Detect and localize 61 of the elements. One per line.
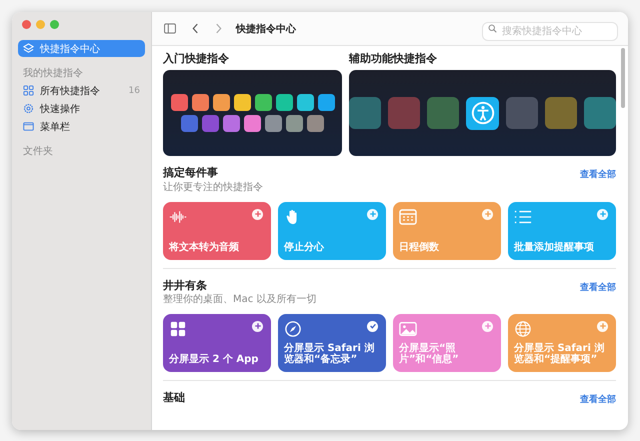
add-icon[interactable] bbox=[367, 208, 378, 220]
minimize-button[interactable] bbox=[36, 20, 45, 29]
sidebar-item[interactable]: 所有快捷指令 16 bbox=[18, 82, 145, 99]
section-title: 辅助功能快捷指令 bbox=[349, 52, 438, 66]
stack-icon bbox=[23, 43, 34, 54]
see-all-link[interactable]: 查看全部 bbox=[580, 278, 616, 294]
banner-drawing[interactable] bbox=[163, 70, 342, 156]
shortcut-card[interactable]: 停止分心 bbox=[278, 202, 386, 260]
sidebar-toggle-icon[interactable] bbox=[164, 23, 176, 34]
section-subtitle: 整理你的桌面、Mac 以及所有一切 bbox=[163, 294, 316, 306]
see-all-link[interactable]: 查看全部 bbox=[580, 390, 616, 406]
back-icon[interactable] bbox=[192, 23, 199, 34]
card-title: 日程倒数 bbox=[399, 242, 440, 254]
card-title: 分屏显示 Safari 浏览器和“备忘录” bbox=[284, 342, 376, 366]
section-title: 搞定每件事 bbox=[163, 166, 219, 181]
search-icon bbox=[488, 24, 497, 33]
photo-icon bbox=[399, 320, 417, 337]
card-title: 分屏显示“照片”和“信息” bbox=[399, 342, 460, 366]
shortcut-card[interactable]: 分屏显示 Safari 浏览器和“备忘录” bbox=[278, 314, 386, 372]
shortcut-card[interactable]: 分屏显示 2 个 App bbox=[163, 314, 271, 372]
section-title: 井井有条 bbox=[163, 278, 208, 293]
add-icon[interactable] bbox=[597, 208, 608, 220]
banner-drawing[interactable] bbox=[349, 70, 616, 156]
card-title: 分屏显示 2 个 App bbox=[169, 354, 260, 366]
waveform-icon bbox=[169, 208, 187, 225]
grid-icon bbox=[169, 320, 187, 337]
list-icon bbox=[514, 208, 532, 225]
window-title: 快捷指令中心 bbox=[236, 22, 297, 36]
add-icon[interactable] bbox=[252, 320, 263, 332]
shortcut-card[interactable]: 分屏显示 Safari 浏览器和“提醒事项” bbox=[508, 314, 616, 372]
globe-icon bbox=[514, 320, 532, 337]
checkmark-icon[interactable] bbox=[367, 320, 378, 332]
shortcut-card[interactable]: 日程倒数 bbox=[393, 202, 501, 260]
sidebar-section-title: 我的快捷指令 bbox=[22, 66, 84, 81]
grid-icon bbox=[23, 85, 34, 96]
card-title: 批量添加提醒事项 bbox=[514, 242, 595, 254]
shortcut-card[interactable]: 将文本转为音频 bbox=[163, 202, 271, 260]
section-subtitle: 让你更专注的快捷指令 bbox=[163, 182, 263, 194]
compass-icon bbox=[284, 320, 302, 337]
sidebar-item[interactable]: 菜单栏 bbox=[18, 118, 145, 135]
sidebar-item[interactable]: 快捷指令中心 bbox=[18, 40, 145, 57]
shortcut-card[interactable]: 批量添加提醒事项 bbox=[508, 202, 616, 260]
see-all-link[interactable]: 查看全部 bbox=[580, 166, 616, 182]
add-icon[interactable] bbox=[482, 320, 493, 332]
zoom-button[interactable] bbox=[50, 20, 59, 29]
card-title: 分屏显示 Safari 浏览器和“提醒事项” bbox=[514, 342, 606, 366]
section-title: 基础 bbox=[163, 390, 185, 406]
close-button[interactable] bbox=[22, 20, 31, 29]
sidebar-section-title: 文件夹 bbox=[22, 144, 54, 159]
forward-icon[interactable] bbox=[215, 23, 222, 34]
section-title: 入门快捷指令 bbox=[163, 52, 230, 66]
add-icon[interactable] bbox=[252, 208, 263, 220]
card-title: 将文本转为音频 bbox=[169, 242, 240, 254]
sidebar-item[interactable]: 快速操作 bbox=[18, 100, 145, 117]
gear-icon bbox=[23, 103, 34, 114]
item-count: 16 bbox=[128, 86, 140, 96]
shortcut-card[interactable]: 分屏显示“照片”和“信息” bbox=[393, 314, 501, 372]
window-icon bbox=[23, 121, 34, 132]
calendar-icon bbox=[399, 208, 417, 225]
search-field[interactable]: 搜索快捷指令中心 bbox=[482, 22, 618, 41]
card-title: 停止分心 bbox=[284, 242, 325, 254]
